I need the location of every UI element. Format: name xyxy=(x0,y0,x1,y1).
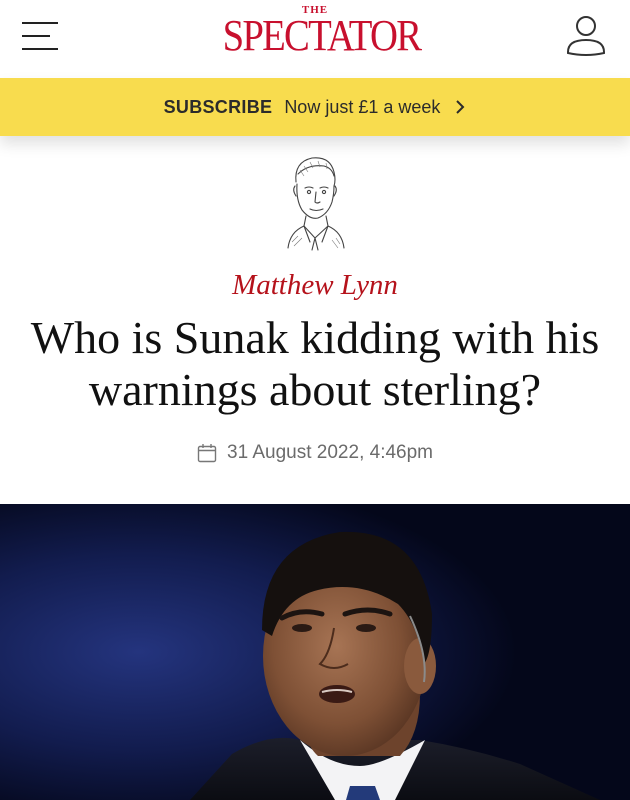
hamburger-menu-icon xyxy=(22,22,58,50)
menu-button[interactable] xyxy=(20,20,60,52)
account-button[interactable] xyxy=(564,14,608,56)
publish-date: 31 August 2022, 4:46pm xyxy=(227,442,433,463)
article-headline: Who is Sunak kidding with his warnings a… xyxy=(30,312,600,415)
publish-date-row: 31 August 2022, 4:46pm xyxy=(0,442,630,464)
logo-wordmark: SPECTATOR xyxy=(222,11,422,60)
article-page: THE SPECTATOR SUBSCRIBE Now just £1 a we… xyxy=(0,0,630,800)
author-link[interactable]: Matthew Lynn xyxy=(0,268,630,302)
site-header: THE SPECTATOR xyxy=(0,0,630,78)
chevron-right-icon xyxy=(456,100,465,114)
calendar-icon xyxy=(197,444,217,463)
subscribe-label: SUBSCRIBE xyxy=(163,96,273,117)
article-hero-image[interactable] xyxy=(0,504,630,800)
subscribe-offer: Now just £1 a week xyxy=(284,96,441,117)
user-account-icon xyxy=(567,16,605,56)
subscribe-banner[interactable]: SUBSCRIBE Now just £1 a week xyxy=(0,78,630,136)
site-logo[interactable]: THE SPECTATOR xyxy=(210,2,422,60)
hero-photo xyxy=(0,504,630,800)
author-portrait-illustration xyxy=(287,157,345,251)
